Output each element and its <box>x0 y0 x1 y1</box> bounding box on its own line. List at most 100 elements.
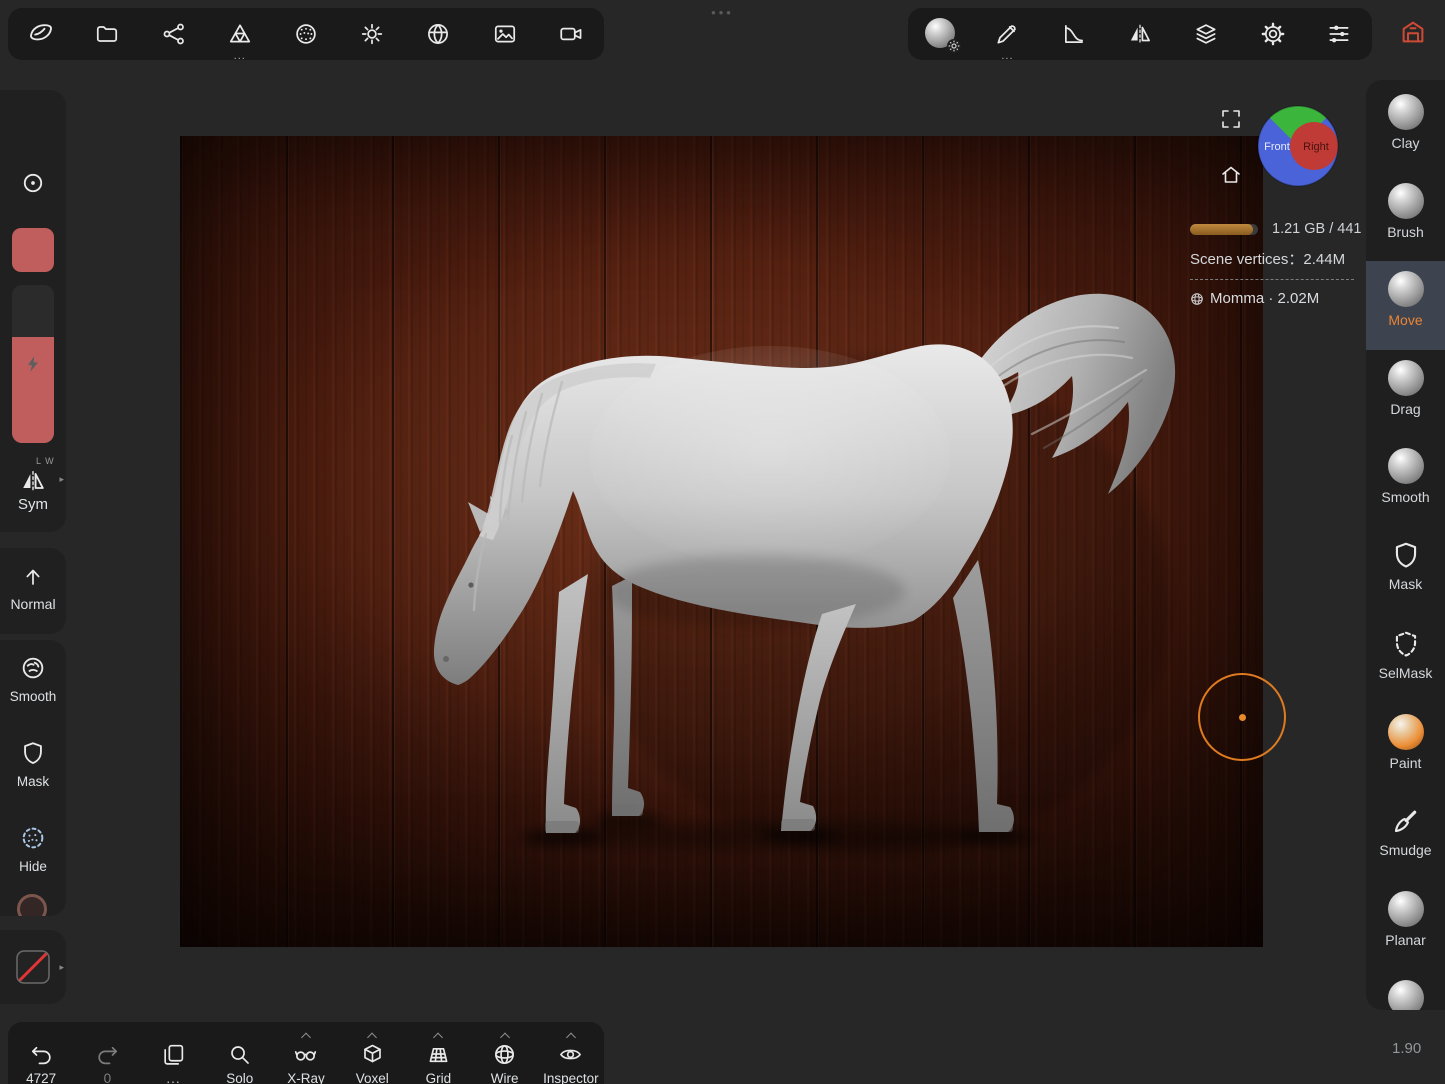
partial-tool-ball-icon[interactable] <box>17 894 47 916</box>
tool-brush[interactable]: Brush <box>1366 173 1445 262</box>
layers-button[interactable] <box>1173 8 1239 60</box>
scene-graph-button[interactable] <box>140 8 206 60</box>
tool-move[interactable]: Move <box>1366 261 1445 350</box>
redo-button[interactable]: 0 <box>74 1031 140 1084</box>
memory-gauge <box>1190 224 1258 235</box>
grid-toggle[interactable]: Grid <box>405 1031 471 1084</box>
tool-label: Clay <box>1391 135 1419 151</box>
memory-gauge-fill <box>1190 224 1253 235</box>
environment-button[interactable] <box>405 8 471 60</box>
xray-toggle[interactable]: X-Ray <box>273 1031 339 1084</box>
sym-flyout-arrow-icon[interactable]: ▸ <box>59 474 64 485</box>
expand-icon <box>1219 107 1243 131</box>
tool-label: Move <box>1388 312 1422 328</box>
radius-slider[interactable] <box>12 228 54 272</box>
tool-clay[interactable]: Clay <box>1366 84 1445 173</box>
wire-label: Wire <box>491 1071 519 1084</box>
tool-paint[interactable]: Paint <box>1366 704 1445 793</box>
symmetry-button[interactable] <box>1107 8 1173 60</box>
mask-quick-label: Mask <box>17 774 49 789</box>
material-gear-icon <box>946 38 962 54</box>
lighting-button[interactable] <box>339 8 405 60</box>
remesh-button[interactable] <box>273 8 339 60</box>
material-button[interactable] <box>908 8 974 60</box>
wire-toggle[interactable]: Wire <box>472 1031 538 1084</box>
active-mesh-text: Momma · 2.02M <box>1210 290 1319 307</box>
undo-button[interactable]: 4727 <box>8 1031 74 1084</box>
stroke-more-dots: ... <box>1001 52 1013 60</box>
selmask-shield-icon <box>1390 628 1422 660</box>
sun-icon <box>359 21 385 47</box>
camera-button[interactable] <box>538 8 604 60</box>
sym-label: Sym <box>0 496 66 513</box>
orientation-gizmo[interactable]: Front Right <box>1256 104 1340 188</box>
material-off-panel: ▸ <box>0 930 66 1004</box>
stroke-mode-panel[interactable]: Normal <box>0 548 66 634</box>
background-image-button[interactable] <box>472 8 538 60</box>
material-flyout-arrow-icon[interactable]: ▸ <box>59 962 64 973</box>
material-off-button[interactable] <box>0 930 66 1004</box>
intensity-slider[interactable] <box>12 285 54 443</box>
notes-button[interactable]: ... <box>140 1031 206 1084</box>
interface-button[interactable] <box>1306 8 1372 60</box>
gizmo-right-label: Right <box>1303 141 1329 153</box>
eye-icon <box>558 1042 583 1067</box>
wireframe-sphere-icon <box>492 1042 517 1067</box>
hide-quick-button[interactable]: Hide <box>0 810 66 895</box>
active-mesh-row[interactable]: Momma · 2.02M <box>1190 290 1366 307</box>
environment-sphere-icon <box>425 21 451 47</box>
planar-sphere-icon <box>1388 891 1424 927</box>
tool-label: SelMask <box>1379 665 1433 681</box>
video-camera-icon <box>558 21 584 47</box>
undo-arrow-icon <box>29 1042 54 1067</box>
voxel-toggle[interactable]: Voxel <box>339 1031 405 1084</box>
stroke-button[interactable]: ... <box>974 8 1040 60</box>
files-button[interactable] <box>74 8 140 60</box>
home-view-button[interactable] <box>1219 163 1243 192</box>
falloff-curve-icon <box>1061 21 1087 47</box>
topology-button[interactable]: ... <box>207 8 273 60</box>
tool-partial[interactable] <box>1366 970 1445 1010</box>
inspector-toggle[interactable]: Inspector <box>538 1031 604 1084</box>
gizmo-front-label: Front <box>1264 141 1290 153</box>
top-left-toolbar: ... <box>8 8 604 60</box>
settings-button[interactable] <box>1239 8 1305 60</box>
topology-icon <box>227 21 253 47</box>
scene-graph-icon <box>161 21 187 47</box>
folder-icon <box>94 21 120 47</box>
notes-more-dots: ... <box>166 1071 180 1084</box>
voxel-label: Voxel <box>356 1071 389 1084</box>
tool-label: Brush <box>1387 224 1424 240</box>
window-drag-handle[interactable]: ••• <box>711 5 734 20</box>
lightning-bolt-icon <box>22 353 44 375</box>
inspector-label: Inspector <box>543 1071 599 1084</box>
fullscreen-button[interactable] <box>1219 107 1243 136</box>
tool-planar[interactable]: Planar <box>1366 881 1445 970</box>
solo-toggle[interactable]: Solo <box>207 1031 273 1084</box>
sculpt-viewport[interactable] <box>180 136 1263 947</box>
grid-label: Grid <box>426 1071 452 1084</box>
tool-smudge[interactable]: Smudge <box>1366 793 1445 882</box>
horse-sculpture <box>180 136 1263 947</box>
mesh-sphere-icon <box>1190 292 1204 306</box>
bake-history-button[interactable] <box>1392 11 1434 53</box>
mask-quick-button[interactable]: Mask <box>0 725 66 810</box>
app-logo-button[interactable] <box>8 8 74 60</box>
move-sphere-icon <box>1388 271 1424 307</box>
mask-shield-icon <box>1390 539 1422 571</box>
falloff-button[interactable] <box>1041 8 1107 60</box>
scene-stats: 1.21 GB / 441 MB Scene vertices：2.44M Mo… <box>1190 215 1366 307</box>
tool-smooth[interactable]: Smooth <box>1366 438 1445 527</box>
radius-button[interactable] <box>20 170 46 201</box>
tool-label: Drag <box>1390 401 1420 417</box>
image-icon <box>492 21 518 47</box>
tool-mask[interactable]: Mask <box>1366 527 1445 616</box>
tool-drag[interactable]: Drag <box>1366 350 1445 439</box>
brush-sphere-icon <box>1388 183 1424 219</box>
smooth-quick-button[interactable]: Smooth <box>0 640 66 725</box>
smudge-brush-icon <box>1390 805 1422 837</box>
tool-selmask[interactable]: SelMask <box>1366 616 1445 705</box>
shield-icon <box>19 739 47 767</box>
quick-tools-panel: Smooth Mask Hide <box>0 640 66 916</box>
drag-sphere-icon <box>1388 360 1424 396</box>
